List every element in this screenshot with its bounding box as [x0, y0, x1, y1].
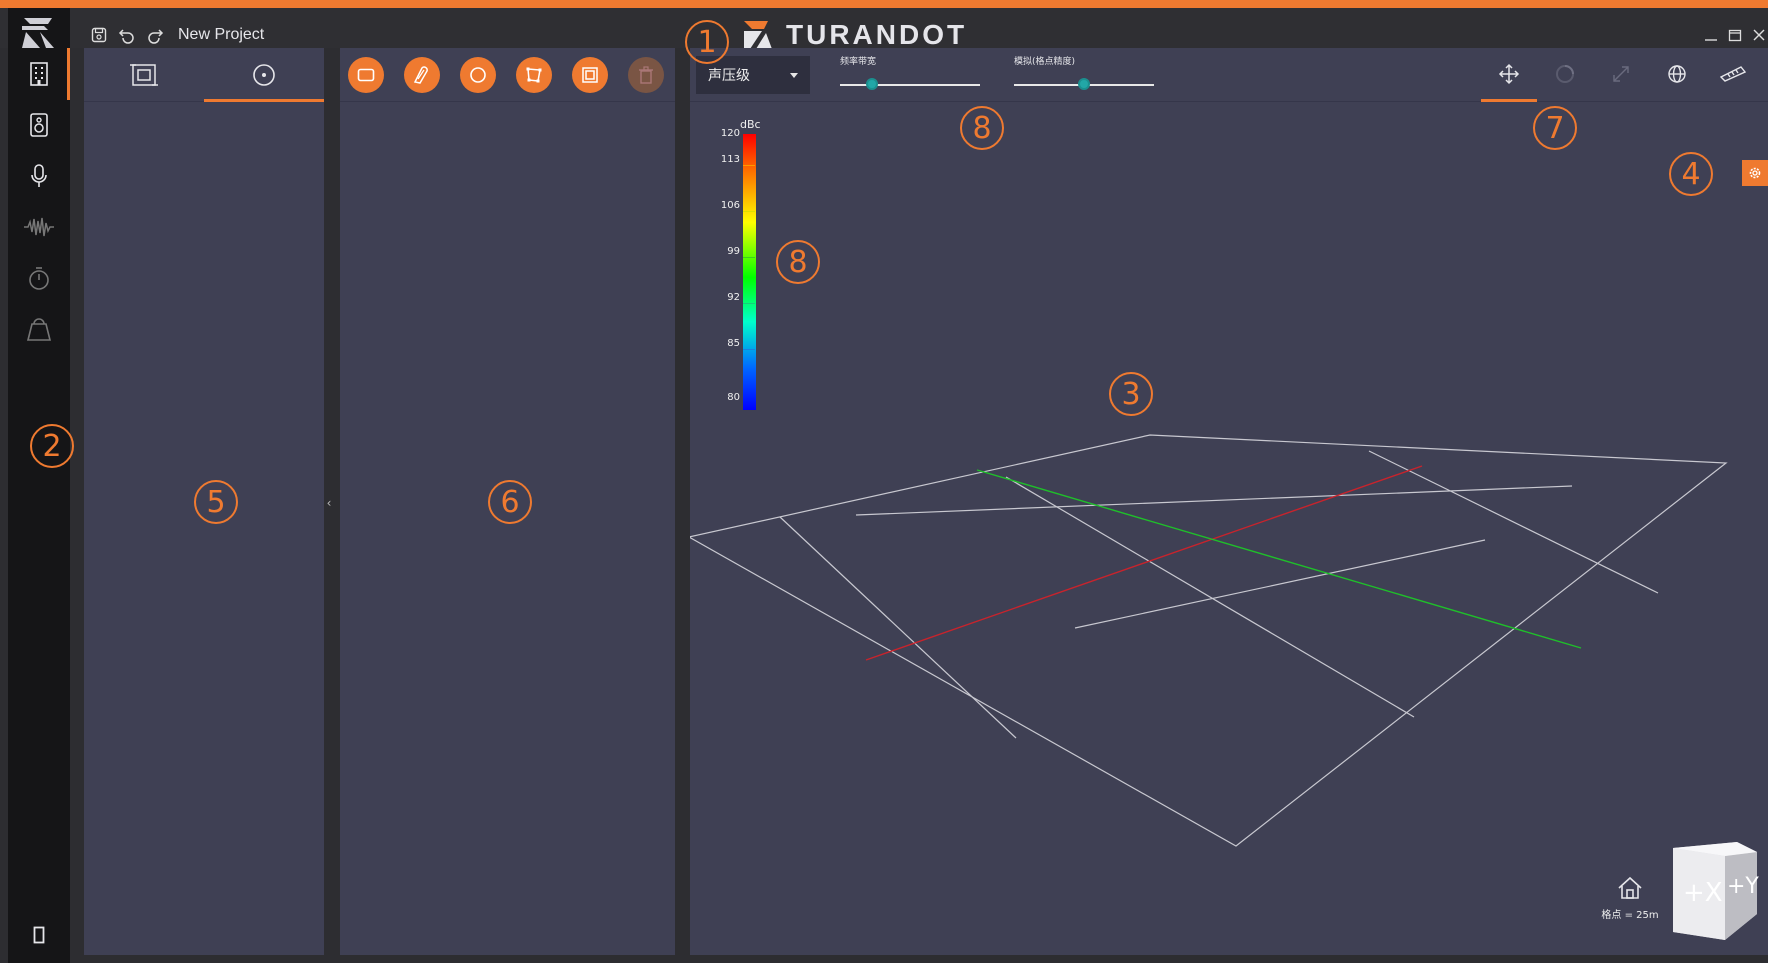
close-icon[interactable] [1750, 26, 1768, 44]
frame-select-tool-button[interactable] [572, 56, 608, 93]
cube-face-y: +Y [1727, 874, 1759, 899]
home-icon [1618, 876, 1642, 899]
title-toolbar: New Project [90, 26, 264, 44]
waveform-icon [24, 217, 54, 237]
rectangle-tool-button[interactable] [348, 56, 384, 93]
maximize-icon[interactable] [1726, 26, 1744, 44]
brush-icon [413, 65, 428, 84]
callout-6: 6 [488, 480, 532, 524]
view-cube[interactable]: +X +Y [1665, 838, 1765, 948]
callout-1: 1 [685, 20, 729, 64]
nav-building[interactable] [8, 48, 70, 100]
tab-model[interactable] [84, 48, 204, 102]
polygon-icon [526, 67, 542, 82]
save-icon[interactable] [90, 26, 108, 44]
left-nav-bar [8, 8, 70, 963]
circle-tool-button[interactable] [460, 56, 496, 93]
grid-spacing-label: 格点 = 25m [1601, 910, 1659, 921]
cube-face-x: +X [1683, 878, 1723, 908]
building-icon [30, 62, 48, 86]
panel-collapse-handle[interactable]: ‹ [324, 475, 334, 530]
grid-line [1368, 450, 1659, 594]
nav-device[interactable] [8, 915, 70, 955]
delete-button[interactable] [628, 56, 664, 93]
device-icon [33, 926, 45, 944]
ground-grid [690, 434, 1728, 847]
callout-7: 7 [1533, 106, 1577, 150]
callout-2: 2 [30, 424, 74, 468]
rectangle-icon [357, 68, 375, 81]
stopwatch-icon [29, 267, 49, 290]
nav-waveform[interactable] [8, 201, 70, 253]
nav-timer[interactable] [8, 252, 70, 304]
minimize-icon[interactable] [1702, 26, 1720, 44]
accent-strip [0, 0, 1768, 8]
callout-8-legend: 8 [776, 240, 820, 284]
redo-icon[interactable] [146, 26, 164, 44]
home-view-button[interactable]: 格点 = 25m [1590, 876, 1670, 936]
circle-icon [470, 66, 486, 83]
callout-4: 4 [1669, 152, 1713, 196]
callout-5: 5 [194, 480, 238, 524]
callout-3: 3 [1109, 372, 1153, 416]
grid-border [690, 434, 1728, 847]
app-logo [18, 14, 58, 50]
viewport-panel: 声压级 频率带宽 模拟(格点精度) dBc 120 113 106 99 92 … [690, 48, 1768, 955]
trash-icon [639, 65, 653, 84]
model-frame-icon [130, 64, 158, 86]
panel-tabs [84, 48, 324, 102]
undo-icon[interactable] [118, 26, 136, 44]
speaker-icon [30, 113, 48, 137]
nav-speaker[interactable] [8, 99, 70, 151]
y-axis-line [976, 469, 1582, 649]
grid-line [1005, 476, 1415, 718]
grid-line [779, 516, 1017, 739]
drawing-toolbar [340, 48, 675, 102]
nav-weight[interactable] [8, 303, 70, 355]
weight-icon [26, 318, 52, 341]
window-controls [1702, 26, 1768, 44]
frame-select-icon [582, 66, 598, 83]
title-bar: New Project TURANDOT [0, 8, 1768, 51]
x-axis-line [865, 465, 1423, 661]
target-circle-icon [253, 64, 275, 86]
turandot-logo-icon [744, 21, 772, 49]
polygon-tool-button[interactable] [516, 56, 552, 93]
tab-receivers[interactable] [204, 48, 324, 102]
callout-8-sliders: 8 [960, 106, 1004, 150]
brand-name: TURANDOT [786, 19, 968, 50]
nav-microphone[interactable] [8, 150, 70, 202]
brush-tool-button[interactable] [404, 56, 440, 93]
project-name: New Project [178, 26, 265, 43]
brand: TURANDOT [742, 19, 967, 51]
microphone-icon [31, 164, 47, 187]
app-window: New Project TURANDOT ‹ 声压级 频率带宽 模拟(格点精度)… [0, 0, 1768, 963]
app-logo-icon [22, 18, 54, 48]
grid-line [855, 485, 1573, 516]
